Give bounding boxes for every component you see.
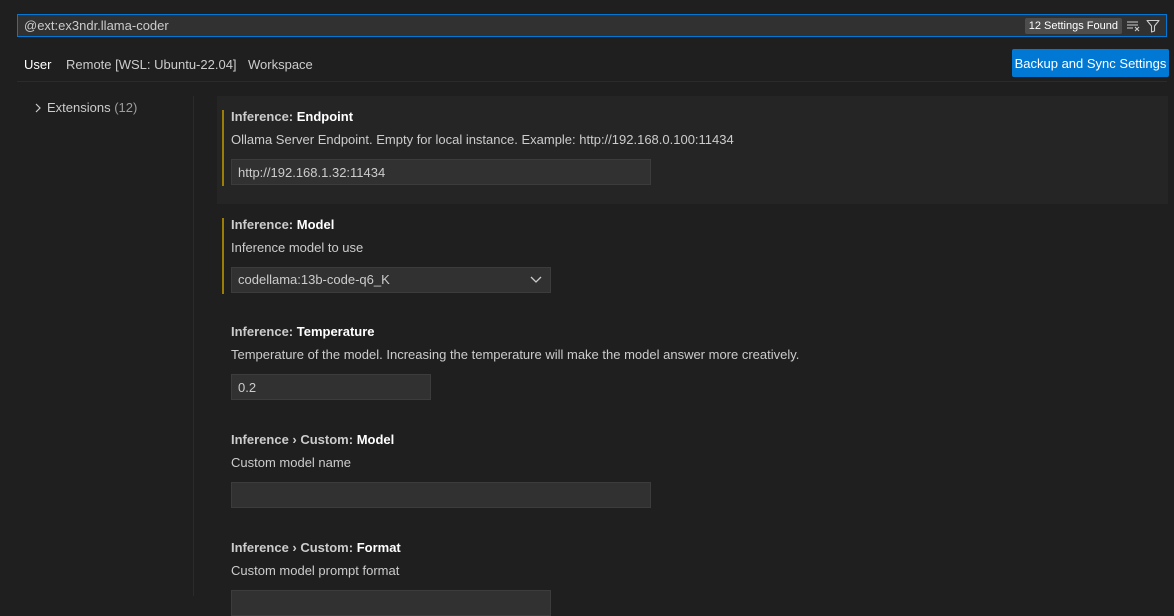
results-count-badge: 12 Settings Found	[1024, 18, 1122, 34]
setting-description: Custom model prompt format	[231, 563, 400, 578]
setting-description: Inference model to use	[231, 240, 364, 255]
setting-description: Temperature of the model. Increasing the…	[231, 347, 800, 362]
format-select[interactable]	[231, 590, 551, 616]
setting-title: Inference: Endpoint	[231, 109, 354, 124]
setting-inference-endpoint: Inference: Endpoint Ollama Server Endpoi…	[217, 96, 1168, 204]
setting-description: Ollama Server Endpoint. Empty for local …	[231, 132, 734, 147]
toc-item-count: (12)	[114, 100, 138, 115]
chevron-right-icon	[35, 103, 41, 113]
settings-search-input[interactable]	[24, 15, 1014, 36]
setting-title: Inference: Temperature	[231, 324, 375, 339]
modified-indicator	[222, 218, 224, 294]
tab-user[interactable]: User	[17, 50, 59, 82]
tab-remote[interactable]: Remote [WSL: Ubuntu-22.04]	[66, 50, 237, 81]
custom-model-input[interactable]	[231, 482, 651, 508]
tabs-divider	[17, 81, 1167, 82]
select-value: codellama:13b-code-q6_K	[238, 272, 390, 287]
filter-icon[interactable]	[1146, 19, 1160, 33]
tab-workspace[interactable]: Workspace	[248, 50, 313, 81]
setting-inference-temperature: Inference: Temperature Temperature of th…	[217, 312, 1168, 420]
setting-title: Inference › Custom: Format	[231, 540, 401, 555]
setting-title: Inference: Model	[231, 217, 335, 232]
endpoint-input[interactable]	[231, 159, 651, 185]
toc-item-label: Extensions	[47, 100, 111, 115]
setting-inference-model: Inference: Model Inference model to use …	[217, 204, 1168, 312]
modified-indicator	[222, 110, 224, 186]
settings-search-bar[interactable]: 12 Settings Found	[17, 14, 1167, 37]
settings-list: Inference: Endpoint Ollama Server Endpoi…	[217, 96, 1174, 616]
setting-custom-model: Inference › Custom: Model Custom model n…	[217, 420, 1168, 528]
backup-sync-button[interactable]: Backup and Sync Settings	[1012, 49, 1169, 77]
clear-filter-icon[interactable]	[1126, 19, 1140, 33]
toc-divider	[193, 96, 194, 596]
setting-description: Custom model name	[231, 455, 351, 470]
chevron-down-icon	[530, 276, 542, 283]
setting-title: Inference › Custom: Model	[231, 432, 395, 447]
setting-custom-format: Inference › Custom: Format Custom model …	[217, 528, 1168, 616]
model-select[interactable]: codellama:13b-code-q6_K	[231, 267, 551, 293]
temperature-input[interactable]	[231, 374, 431, 400]
